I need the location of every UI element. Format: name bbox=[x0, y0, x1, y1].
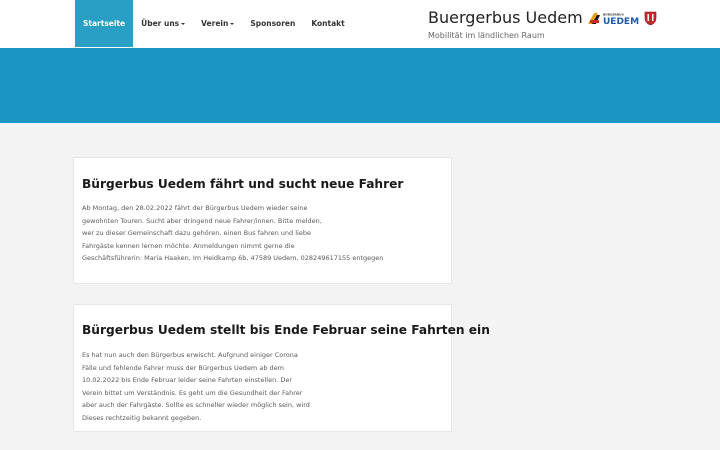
site-title-row: Buergerbus Uedem BÜRGERBUS UEDEM bbox=[428, 8, 658, 27]
main-nav: Startseite Über uns Verein Sponsoren Kon… bbox=[75, 0, 353, 47]
post-body: Ab Montag, den 28.02.2022 fährt der Bürg… bbox=[82, 202, 383, 265]
post-body-line: wer zu dieser Gemeinschaft dazu gehören,… bbox=[82, 229, 311, 238]
nav-item-kontakt[interactable]: Kontakt bbox=[303, 0, 352, 47]
nav-item-label: Kontakt bbox=[311, 19, 345, 28]
post-card: Bürgerbus Uedem fährt und sucht neue Fah… bbox=[73, 157, 452, 284]
post-body-line: Fälle und fehlende Fahrer muss der Bürge… bbox=[82, 363, 284, 372]
logo-wordmark: UEDEM bbox=[603, 17, 639, 25]
post-body-line: Verein bittet um Verständnis. Es geht um… bbox=[82, 388, 303, 397]
nav-item-startseite[interactable]: Startseite bbox=[75, 0, 134, 47]
site-brand[interactable]: Buergerbus Uedem BÜRGERBUS UEDEM Mobilit… bbox=[428, 8, 658, 40]
caret-down-icon bbox=[181, 22, 186, 25]
hero-banner bbox=[0, 48, 720, 123]
nav-item-sponsoren[interactable]: Sponsoren bbox=[242, 0, 303, 47]
post-body-line: Ab Montag, den 28.02.2022 fährt der Bürg… bbox=[82, 204, 308, 212]
site-title: Buergerbus Uedem bbox=[428, 8, 583, 27]
post-body-line: Dieses rechtzeitig bekannt gegeben. bbox=[82, 413, 202, 422]
nav-item-label: Startseite bbox=[83, 19, 126, 28]
nav-item-ueber-uns[interactable]: Über uns bbox=[133, 0, 193, 47]
buergerbus-uedem-logo: BÜRGERBUS UEDEM bbox=[587, 11, 657, 25]
post-title[interactable]: Bürgerbus Uedem fährt und sucht neue Fah… bbox=[82, 177, 403, 191]
post-body-line: Es hat nun auch den Bürgerbus erwischt. … bbox=[82, 351, 298, 359]
nav-item-verein[interactable]: Verein bbox=[193, 0, 242, 47]
nav-item-label: Über uns bbox=[141, 19, 180, 28]
post-body-line: 10.02.2022 bis Ende Februar leider seine… bbox=[82, 376, 293, 385]
nav-item-label: Sponsoren bbox=[250, 19, 296, 28]
post-body-line: aber auch der Fahrgäste. Sollte es schne… bbox=[82, 401, 310, 410]
post-card: Bürgerbus Uedem stellt bis Ende Februar … bbox=[73, 304, 490, 432]
top-navbar: Startseite Über uns Verein Sponsoren Kon… bbox=[0, 0, 720, 48]
post-title[interactable]: Bürgerbus Uedem stellt bis Ende Februar … bbox=[82, 323, 490, 337]
post-body-line: gewohnten Touren. Sucht aber dringend ne… bbox=[82, 216, 322, 225]
post-body-line: Geschäftsführerin: Maria Haaken, Im Heid… bbox=[82, 254, 384, 263]
site-subtitle: Mobilität im ländlichen Raum bbox=[428, 31, 545, 40]
post-body-line: Fahrgäste kennen lernen möchte. Anmeldun… bbox=[82, 241, 295, 250]
nav-item-label: Verein bbox=[201, 19, 229, 28]
caret-down-icon bbox=[230, 22, 235, 25]
post-body: Es hat nun auch den Bürgerbus erwischt. … bbox=[82, 349, 310, 425]
logo-small-text: BÜRGERBUS bbox=[603, 11, 624, 16]
